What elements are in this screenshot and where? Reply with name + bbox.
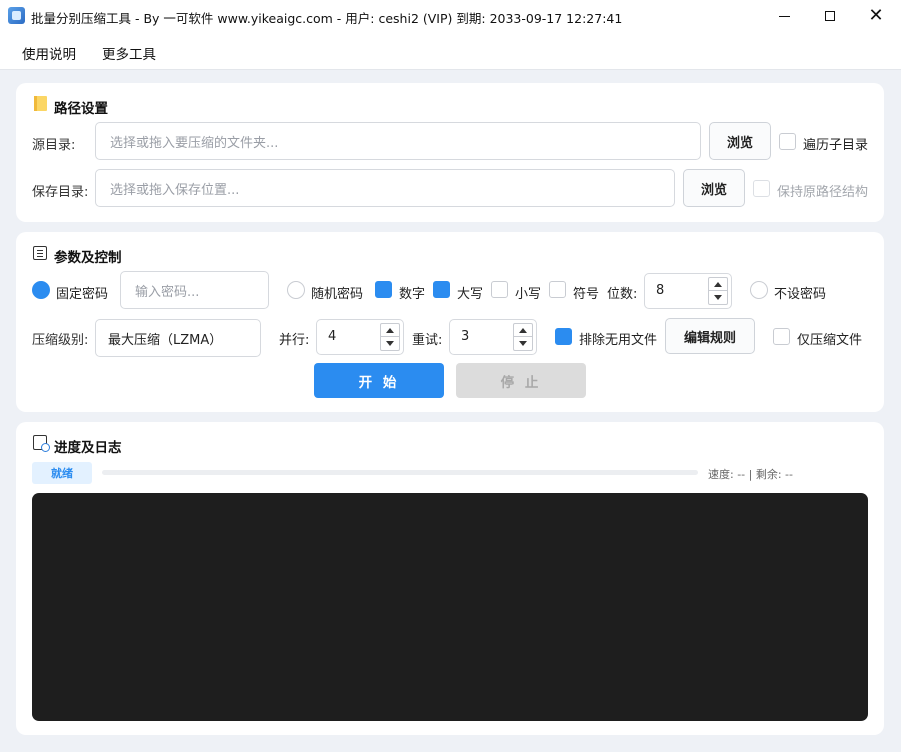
no-password-radio[interactable] — [750, 281, 768, 299]
no-password-label: 不设密码 — [774, 287, 827, 302]
lower-label: 小写 — [515, 287, 542, 302]
status-badge: 就绪 — [32, 462, 92, 484]
title-bar: 批量分别压缩工具 - By 一可软件 www.yikeaigc.com - 用户… — [0, 0, 901, 32]
arrow-up-icon — [386, 327, 394, 333]
source-dir-input[interactable]: 选择或拖入要压缩的文件夹... — [95, 122, 701, 160]
parallel-down-button[interactable] — [381, 337, 399, 350]
save-dir-input[interactable]: 选择或拖入保存位置... — [95, 169, 675, 207]
retry-stepper-arrows — [513, 323, 533, 351]
maximize-button[interactable] — [807, 0, 853, 32]
source-dir-placeholder: 选择或拖入要压缩的文件夹... — [110, 135, 279, 151]
password-placeholder: 输入密码... — [135, 284, 200, 300]
keep-structure-label: 保持原路径结构 — [777, 185, 869, 200]
fixed-password-label: 固定密码 — [56, 287, 109, 302]
close-icon: ✕ — [868, 5, 884, 26]
window-title: 批量分别压缩工具 - By 一可软件 www.yikeaigc.com - 用户… — [31, 11, 623, 26]
menu-item-help[interactable]: 使用说明 — [22, 43, 76, 63]
retry-up-button[interactable] — [514, 324, 532, 337]
length-stepper-arrows — [708, 277, 728, 305]
maximize-icon — [825, 11, 835, 21]
list-icon — [33, 246, 47, 260]
arrow-down-icon — [386, 341, 394, 346]
parallel-stepper[interactable]: 4 — [316, 319, 404, 355]
speed-text: 速度: -- | 剩余: -- — [708, 468, 793, 481]
symbol-label: 符号 — [573, 287, 600, 302]
length-value: 8 — [656, 283, 665, 298]
random-password-label: 随机密码 — [311, 287, 364, 302]
parallel-label: 并行: — [279, 333, 310, 348]
compress-only-checkbox[interactable] — [773, 328, 790, 345]
source-browse-button[interactable]: 浏览 — [709, 122, 771, 160]
save-browse-button[interactable]: 浏览 — [683, 169, 745, 207]
params-title: 参数及控制 — [54, 250, 122, 266]
length-up-button[interactable] — [709, 278, 727, 291]
arrow-up-icon — [519, 327, 527, 333]
folder-icon — [34, 96, 47, 111]
path-settings-title: 路径设置 — [54, 101, 108, 117]
close-button[interactable]: ✕ — [853, 0, 899, 32]
params-card: 参数及控制 固定密码 输入密码... 随机密码 数字 大写 小写 符号 位数: … — [16, 232, 884, 412]
exclude-label: 排除无用文件 — [579, 333, 658, 348]
recursive-label: 遍历子目录 — [803, 138, 869, 153]
arrow-up-icon — [714, 281, 722, 287]
arrow-down-icon — [714, 295, 722, 300]
random-password-radio[interactable] — [287, 281, 305, 299]
source-dir-label: 源目录: — [32, 138, 76, 153]
compress-only-label: 仅压缩文件 — [797, 333, 863, 348]
parallel-up-button[interactable] — [381, 324, 399, 337]
retry-label: 重试: — [412, 333, 443, 348]
minimize-icon — [778, 15, 790, 17]
retry-down-button[interactable] — [514, 337, 532, 350]
arrow-down-icon — [519, 341, 527, 346]
recursive-checkbox[interactable] — [779, 133, 796, 150]
app-icon — [8, 7, 25, 24]
stop-button[interactable]: 停 止 — [456, 363, 586, 398]
parallel-stepper-arrows — [380, 323, 400, 351]
lower-checkbox[interactable] — [491, 281, 508, 298]
exclude-checkbox[interactable] — [555, 328, 572, 345]
save-dir-label: 保存目录: — [32, 185, 89, 200]
upper-label: 大写 — [457, 287, 484, 302]
menu-item-more-tools[interactable]: 更多工具 — [102, 43, 156, 63]
progress-log-title: 进度及日志 — [54, 440, 122, 456]
length-down-button[interactable] — [709, 291, 727, 304]
retry-stepper[interactable]: 3 — [449, 319, 537, 355]
digits-label: 数字 — [399, 287, 426, 302]
upper-checkbox[interactable] — [433, 281, 450, 298]
parallel-value: 4 — [328, 329, 337, 344]
menu-bar: 使用说明 更多工具 — [0, 32, 901, 70]
path-settings-card: 路径设置 源目录: 选择或拖入要压缩的文件夹... 浏览 遍历子目录 保存目录:… — [16, 83, 884, 222]
retry-value: 3 — [461, 329, 470, 344]
keep-structure-checkbox[interactable] — [753, 180, 770, 197]
edit-rules-button[interactable]: 编辑规则 — [665, 318, 755, 354]
log-output[interactable] — [32, 493, 868, 721]
digits-checkbox[interactable] — [375, 281, 392, 298]
length-label: 位数: — [607, 287, 638, 302]
password-input[interactable]: 输入密码... — [120, 271, 269, 309]
minimize-button[interactable] — [761, 0, 807, 32]
compression-level-select[interactable]: 最大压缩（LZMA） — [95, 319, 261, 357]
compression-level-value: 最大压缩（LZMA） — [108, 332, 223, 348]
fixed-password-radio[interactable] — [32, 281, 50, 299]
start-button[interactable]: 开 始 — [314, 363, 444, 398]
symbol-checkbox[interactable] — [549, 281, 566, 298]
length-stepper[interactable]: 8 — [644, 273, 732, 309]
progress-bar — [102, 470, 698, 475]
level-label: 压缩级别: — [32, 333, 89, 348]
log-icon — [33, 435, 50, 452]
save-dir-placeholder: 选择或拖入保存位置... — [110, 182, 240, 198]
